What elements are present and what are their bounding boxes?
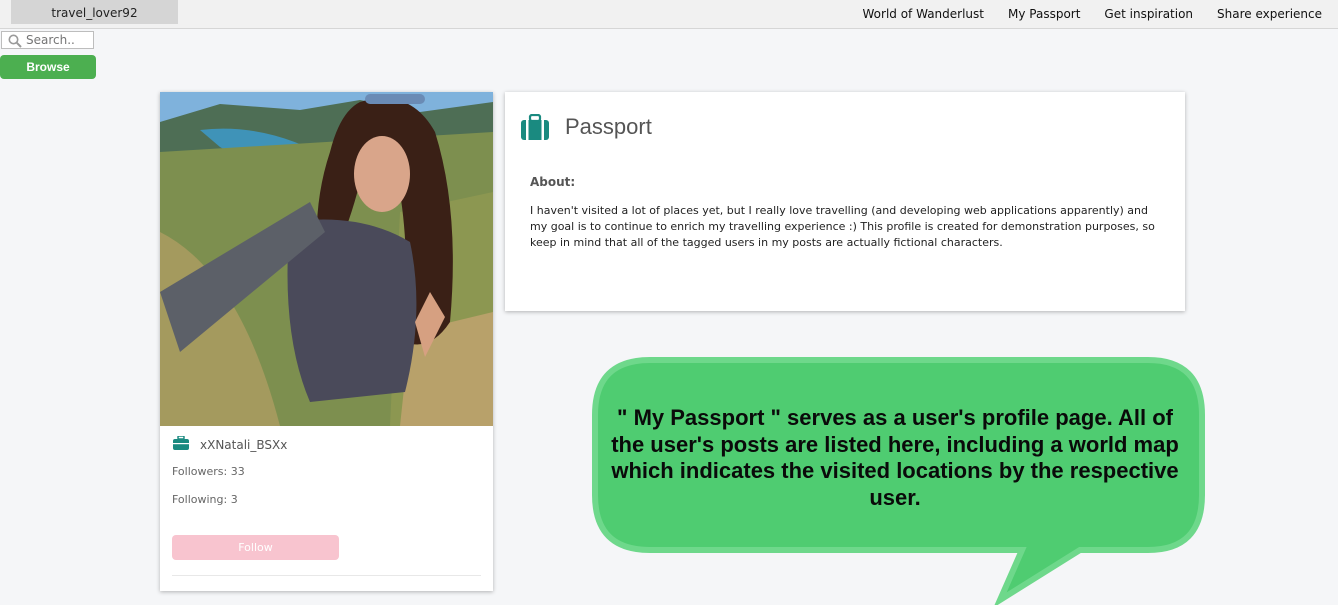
follow-button[interactable]: Follow — [172, 535, 339, 560]
passport-panel: Passport About: I haven't visited a lot … — [505, 92, 1185, 311]
following-count[interactable]: Following: 3 — [172, 493, 238, 506]
nav-get-inspiration[interactable]: Get inspiration — [1104, 0, 1193, 28]
divider — [172, 575, 481, 576]
briefcase-icon — [521, 114, 549, 140]
about-label: About: — [530, 175, 576, 189]
about-text: I haven't visited a lot of places yet, b… — [530, 204, 1155, 249]
nav-my-passport[interactable]: My Passport — [1008, 0, 1080, 28]
page-title: Passport — [565, 114, 652, 139]
search-input[interactable] — [26, 32, 92, 48]
username-tab[interactable]: travel_lover92 — [11, 0, 178, 24]
profile-card: xXNatali_BSXx Followers: 33 Following: 3… — [160, 92, 493, 591]
profile-username[interactable]: xXNatali_BSXx — [200, 438, 287, 452]
profile-info: xXNatali_BSXx Followers: 33 Following: 3… — [160, 426, 493, 591]
nav-share-experience[interactable]: Share experience — [1217, 0, 1322, 28]
profile-photo — [160, 92, 493, 426]
callout-text: " My Passport " serves as a user's profi… — [611, 405, 1179, 510]
followers-count[interactable]: Followers: 33 — [172, 465, 245, 478]
callout-bubble: " My Passport " serves as a user's profi… — [590, 355, 1208, 605]
search-box[interactable] — [1, 31, 94, 49]
briefcase-icon — [173, 436, 189, 450]
top-bar: travel_lover92 World of Wanderlust My Pa… — [0, 0, 1338, 29]
nav-world-of-wanderlust[interactable]: World of Wanderlust — [863, 0, 984, 28]
main-nav: World of Wanderlust My Passport Get insp… — [839, 0, 1322, 28]
search-icon — [8, 34, 22, 48]
browse-button[interactable]: Browse — [0, 55, 96, 79]
